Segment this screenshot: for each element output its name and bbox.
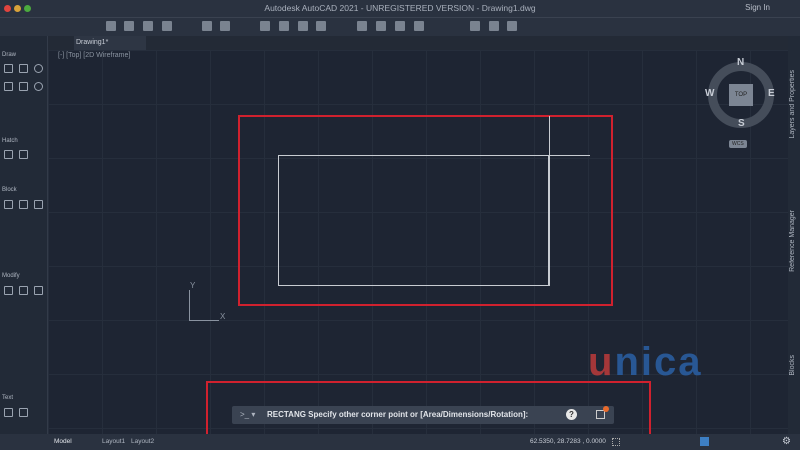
ucs-y-label: Y (190, 281, 196, 290)
viewport-controls[interactable]: [-] [Top] [2D Wireframe] (58, 52, 130, 59)
viewcube-top[interactable]: TOP (729, 84, 753, 106)
arc-icon[interactable] (4, 82, 13, 91)
sheet-icon[interactable] (376, 21, 386, 31)
tab-layout1[interactable]: Layout1 (102, 438, 125, 445)
rectangle-icon[interactable] (19, 82, 28, 91)
line-icon[interactable] (4, 64, 13, 73)
ellipse-icon[interactable] (34, 82, 43, 91)
text-icon[interactable] (4, 408, 13, 417)
section-hatch[interactable]: Hatch (2, 138, 18, 144)
orbit-icon[interactable] (507, 21, 517, 31)
pan-icon[interactable] (489, 21, 499, 31)
redo-icon[interactable] (220, 21, 230, 31)
undo-icon[interactable] (202, 21, 212, 31)
command-prompt-menu[interactable]: >_ ▾ (240, 410, 255, 419)
coordinates-readout: 62.5350, 28.7283 , 0.0000 (530, 438, 606, 445)
layout-icon[interactable] (395, 21, 405, 31)
move-icon[interactable] (4, 286, 13, 295)
compass-north[interactable]: N (737, 57, 744, 68)
wcs-menu[interactable]: WCS (729, 140, 747, 148)
plot-icon[interactable] (260, 21, 270, 31)
section-text[interactable]: Text (2, 395, 13, 401)
tab-blocks[interactable]: Blocks (789, 355, 796, 376)
window-title: Autodesk AutoCAD 2021 - UNREGISTERED VER… (264, 3, 536, 13)
notification-badge (603, 406, 609, 412)
tab-model[interactable]: Model (54, 438, 72, 445)
section-modify[interactable]: Modify (2, 273, 20, 279)
tab-label: Drawing1* (76, 39, 109, 46)
command-text: RECTANG Specify other corner point or [A… (267, 410, 529, 419)
import-icon[interactable] (357, 21, 367, 31)
ucs-x-label: X (220, 312, 226, 321)
section-block[interactable]: Block (2, 187, 17, 193)
create-block-icon[interactable] (19, 200, 28, 209)
share-icon[interactable] (414, 21, 424, 31)
new-icon[interactable] (106, 21, 116, 31)
document-tab-bar (48, 36, 788, 50)
section-draw[interactable]: Draw (2, 52, 16, 58)
select-icon[interactable] (470, 21, 480, 31)
ucs-x-axis (189, 320, 219, 321)
quick-access-toolbar (0, 18, 800, 36)
save-as-icon[interactable] (162, 21, 172, 31)
title-bar: Autodesk AutoCAD 2021 - UNREGISTERED VER… (0, 0, 800, 18)
save-icon[interactable] (143, 21, 153, 31)
tab-layers-properties[interactable]: Layers and Properties (789, 70, 796, 138)
tab-drawing1[interactable]: Drawing1* (74, 36, 146, 50)
publish-icon[interactable] (298, 21, 308, 31)
export-icon[interactable] (316, 21, 326, 31)
grid-icon[interactable] (612, 438, 620, 446)
help-icon[interactable]: ? (566, 409, 577, 420)
tab-layout2[interactable]: Layout2 (131, 438, 154, 445)
compass-west[interactable]: W (705, 88, 714, 99)
compass-south[interactable]: S (738, 118, 745, 129)
plot-preview-icon[interactable] (279, 21, 289, 31)
compass-east[interactable]: E (768, 88, 775, 99)
ortho-icon[interactable] (700, 437, 709, 446)
hatch-icon[interactable] (4, 150, 13, 159)
sign-in-button[interactable]: Sign In (745, 3, 770, 12)
drawn-rectangle (278, 155, 549, 286)
ucs-y-axis (189, 290, 190, 320)
open-icon[interactable] (124, 21, 134, 31)
edit-block-icon[interactable] (34, 200, 43, 209)
polyline-icon[interactable] (19, 64, 28, 73)
crosshair-horizontal (278, 155, 590, 156)
watermark-logo: unica (588, 340, 703, 384)
gradient-icon[interactable] (19, 150, 28, 159)
command-line[interactable]: >_ ▾ RECTANG Specify other corner point … (232, 406, 614, 424)
circle-icon[interactable] (34, 64, 43, 73)
tab-reference-manager[interactable]: Reference Manager (789, 210, 796, 272)
mtext-icon[interactable] (19, 408, 28, 417)
insert-block-icon[interactable] (4, 200, 13, 209)
crosshair-vertical (549, 116, 550, 286)
settings-icon[interactable]: ⚙ (782, 436, 791, 447)
status-bar: Model Layout1 Layout2 62.5350, 28.7283 ,… (0, 434, 800, 450)
trim-icon[interactable] (34, 286, 43, 295)
rotate-icon[interactable] (19, 286, 28, 295)
tool-palette: Draw Hatch Block Modify Text (0, 36, 48, 434)
